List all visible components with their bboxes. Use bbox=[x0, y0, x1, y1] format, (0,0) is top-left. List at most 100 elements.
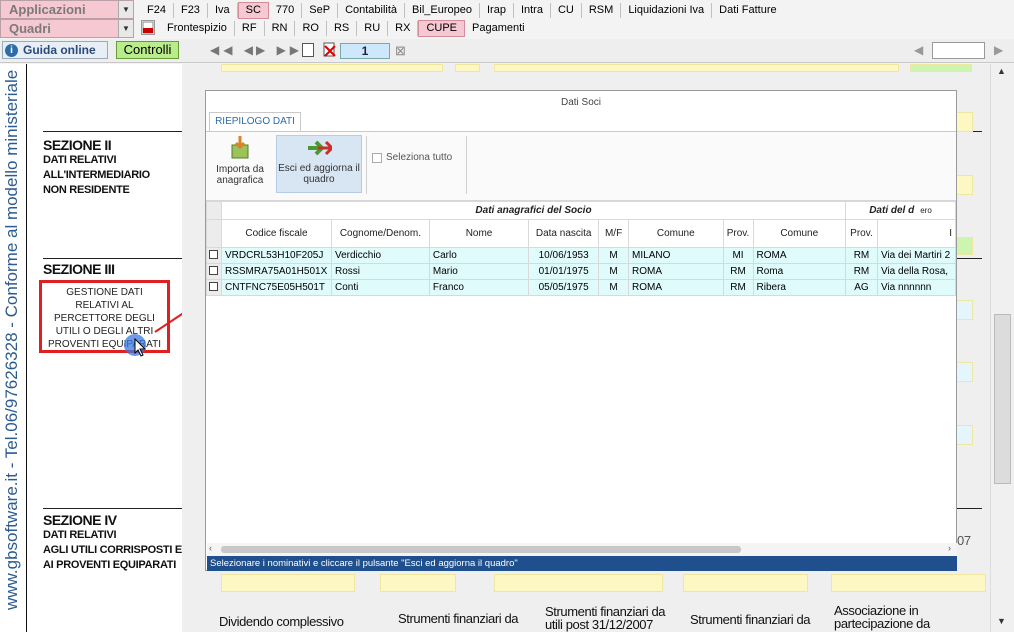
tab-ru[interactable]: RU bbox=[357, 20, 389, 36]
table-row[interactable]: VRDCRL53H10F205J Verdicchio Carlo 10/06/… bbox=[206, 247, 957, 264]
chevron-down-icon[interactable]: ▼ bbox=[118, 1, 133, 18]
scroll-right-icon[interactable]: › bbox=[948, 543, 951, 553]
input-field[interactable] bbox=[455, 64, 480, 72]
input-field[interactable] bbox=[955, 300, 973, 320]
input-field[interactable] bbox=[955, 425, 973, 445]
input-field[interactable] bbox=[955, 237, 973, 255]
dati-soci-dialog: Dati Soci RIEPILOGO DATI Importa da anag… bbox=[205, 90, 957, 571]
applicazioni-dropdown[interactable]: Applicazioni ▼ bbox=[0, 0, 134, 19]
tab-iva[interactable]: Iva bbox=[208, 2, 238, 18]
row-checkbox[interactable] bbox=[209, 281, 218, 291]
input-field[interactable] bbox=[221, 64, 443, 72]
cell-prov-nascita: MI bbox=[722, 247, 754, 264]
col-comune-domicilio[interactable]: Comune bbox=[752, 219, 846, 248]
table-row[interactable]: CNTFNC75E05H501T Conti Franco 05/05/1975… bbox=[206, 279, 957, 296]
col-data-nascita[interactable]: Data nascita bbox=[528, 219, 600, 248]
input-field[interactable] bbox=[221, 574, 355, 592]
ribbon-separator bbox=[466, 136, 467, 194]
tab-f23[interactable]: F23 bbox=[174, 2, 208, 18]
scroll-left-icon[interactable]: ◀ bbox=[914, 43, 923, 57]
tab-f24[interactable]: F24 bbox=[140, 2, 174, 18]
new-page-icon[interactable] bbox=[302, 43, 314, 57]
controlli-button[interactable]: Controlli bbox=[116, 41, 179, 59]
checkbox-icon[interactable] bbox=[372, 152, 382, 163]
cell-comune-nascita: ROMA bbox=[628, 263, 724, 280]
tab-intra[interactable]: Intra bbox=[514, 2, 551, 18]
tab-rn[interactable]: RN bbox=[265, 20, 296, 36]
input-field[interactable] bbox=[683, 574, 808, 592]
input-field[interactable] bbox=[910, 64, 972, 72]
col-indirizzo[interactable]: I bbox=[876, 219, 957, 248]
horizontal-scrollbar[interactable]: ‹ › bbox=[207, 543, 957, 556]
row-checkbox[interactable] bbox=[209, 249, 218, 259]
tab-cupe[interactable]: CUPE bbox=[418, 19, 465, 37]
input-field[interactable] bbox=[494, 64, 899, 72]
scroll-up-icon[interactable]: ▲ bbox=[997, 66, 1006, 76]
nav-next-last-icon[interactable]: ▶ ▶▶ bbox=[256, 43, 303, 57]
tab-riepilogo-dati[interactable]: RIEPILOGO DATI bbox=[209, 112, 301, 131]
tab-pagamenti[interactable]: Pagamenti bbox=[465, 21, 532, 36]
table-row[interactable]: RSSMRA75A01H501X Rossi Mario 01/01/1975 … bbox=[206, 263, 957, 280]
input-field[interactable] bbox=[380, 574, 456, 592]
tab-rx[interactable]: RX bbox=[388, 20, 419, 36]
tab-irap[interactable]: Irap bbox=[480, 2, 514, 18]
ribbon: Importa da anagrafica Esci ed aggiorna i… bbox=[206, 131, 956, 201]
col-nome[interactable]: Nome bbox=[428, 219, 530, 248]
col-sesso[interactable]: M/F bbox=[598, 219, 630, 248]
scroll-right-icon[interactable]: ▶ bbox=[994, 43, 1003, 57]
col-cognome[interactable]: Cognome/Denom. bbox=[330, 219, 430, 248]
col-prov-domicilio[interactable]: Prov. bbox=[844, 219, 878, 248]
tab-sep[interactable]: SeP bbox=[302, 2, 339, 18]
tab-rs[interactable]: RS bbox=[327, 20, 358, 36]
importa-da-anagrafica-button[interactable]: Importa da anagrafica bbox=[209, 135, 271, 193]
chevron-down-icon[interactable]: ▼ bbox=[118, 20, 133, 37]
tab-cu[interactable]: CU bbox=[551, 2, 582, 18]
quadri-dropdown[interactable]: Quadri ▼ bbox=[0, 19, 134, 38]
section-ii: SEZIONE II DATI RELATIVI ALL'INTERMEDIAR… bbox=[43, 138, 150, 198]
nav-first-prev-icon[interactable]: ◀◀ ◀ bbox=[210, 43, 257, 57]
tab-bil-europeo[interactable]: Bil_Europeo bbox=[405, 2, 480, 18]
row-checkbox[interactable] bbox=[209, 265, 218, 275]
scrollbar-thumb[interactable] bbox=[221, 546, 741, 553]
page-number-field[interactable]: 1 bbox=[340, 43, 390, 59]
tab-frontespizio[interactable]: Frontespizio bbox=[160, 20, 235, 36]
section-iv-line1: DATI RELATIVI bbox=[43, 529, 117, 541]
guida-online-button[interactable]: i Guida online bbox=[2, 41, 108, 59]
input-field[interactable] bbox=[955, 175, 973, 195]
scroll-left-icon[interactable]: ‹ bbox=[209, 543, 212, 553]
cell-codice-fiscale: RSSMRA75A01H501X bbox=[220, 263, 332, 280]
tab-ro[interactable]: RO bbox=[295, 20, 327, 36]
associazione-label: Associazione in partecipazione da bbox=[834, 603, 930, 631]
tab-rf[interactable]: RF bbox=[235, 20, 265, 36]
input-field[interactable] bbox=[955, 362, 973, 382]
search-page-icon[interactable]: ⊠ bbox=[395, 43, 406, 59]
cell-data-nascita: 05/05/1975 bbox=[528, 279, 600, 296]
section-iv-line3: AI PROVENTI EQUIPARATI bbox=[43, 559, 176, 571]
goto-field[interactable] bbox=[932, 42, 985, 59]
col-codice-fiscale[interactable]: Codice fiscale bbox=[220, 219, 332, 248]
pdf-icon[interactable] bbox=[141, 20, 155, 35]
col-comune-nascita[interactable]: Comune bbox=[628, 219, 724, 248]
tab-770[interactable]: 770 bbox=[269, 2, 303, 18]
tab-contabilita[interactable]: Contabilità bbox=[338, 2, 406, 18]
vertical-scrollbar[interactable]: ▲ ▼ bbox=[990, 64, 1014, 632]
tab-liquidazioni-iva[interactable]: Liquidazioni Iva bbox=[621, 2, 713, 18]
cell-comune-domicilio: Ribera bbox=[752, 279, 846, 296]
input-field[interactable] bbox=[831, 574, 986, 592]
tab-rsm[interactable]: RSM bbox=[582, 2, 622, 18]
guida-online-label: Guida online bbox=[23, 43, 96, 57]
delete-page-icon[interactable] bbox=[323, 42, 337, 57]
tab-sc[interactable]: SC bbox=[237, 1, 269, 19]
esci-ed-aggiorna-button[interactable]: Esci ed aggiorna il quadro bbox=[276, 135, 362, 193]
col-prov-nascita[interactable]: Prov. bbox=[722, 219, 754, 248]
divider bbox=[956, 258, 982, 259]
input-field[interactable] bbox=[494, 574, 663, 592]
scrollbar-thumb[interactable] bbox=[994, 314, 1011, 484]
tab-dati-fatture[interactable]: Dati Fatture bbox=[712, 3, 783, 18]
seleziona-label: Seleziona tutto bbox=[386, 152, 453, 163]
seleziona-tutto-checkbox[interactable]: Seleziona tutto bbox=[372, 152, 452, 163]
row-number-label: 07 bbox=[957, 533, 971, 548]
scroll-down-icon[interactable]: ▼ bbox=[997, 616, 1006, 626]
input-field[interactable] bbox=[955, 112, 973, 132]
quadri-label: Quadri bbox=[9, 21, 51, 36]
